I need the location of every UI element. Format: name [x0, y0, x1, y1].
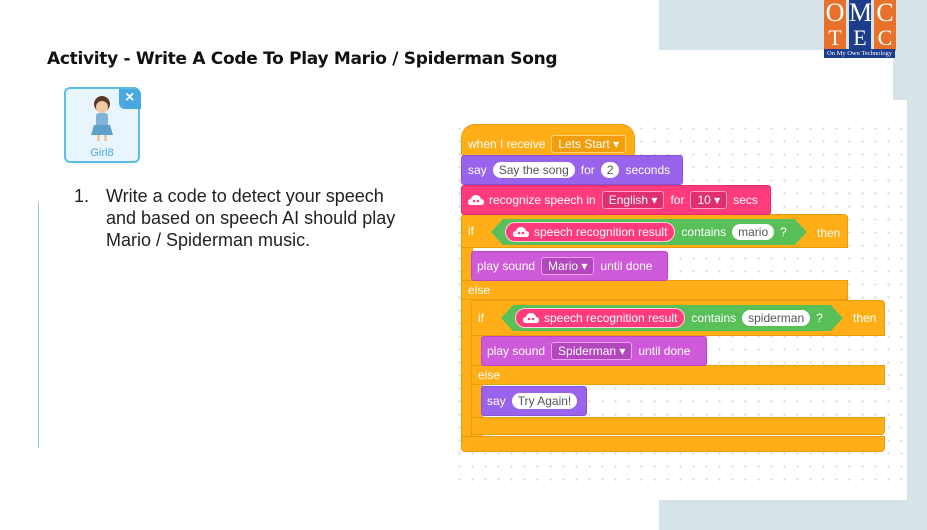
until-done-label: until done: [600, 259, 653, 273]
logo-letter: C: [874, 25, 896, 51]
divider-line: [38, 202, 39, 448]
question-mark: ?: [780, 225, 787, 239]
logo-letter: C: [874, 0, 896, 26]
sound-value: Spiderman: [558, 344, 617, 358]
seconds-label: seconds: [625, 163, 671, 177]
play-sound-block[interactable]: play sound Spiderman ▾ until done: [481, 336, 707, 366]
speech-result-reporter[interactable]: speech recognition result: [505, 222, 675, 242]
message-value: Lets Start: [558, 137, 610, 151]
then-label: then: [817, 226, 841, 240]
speech-ai-icon: [513, 227, 529, 238]
contains-label: contains: [691, 311, 737, 325]
else-label: else: [468, 283, 491, 297]
recognize-label: recognize speech in: [489, 193, 596, 207]
speech-ai-icon: [468, 194, 484, 205]
if-label: if: [468, 224, 474, 238]
logo-tagline: On My Own Technology: [824, 49, 895, 58]
logo-letter: M: [849, 0, 873, 27]
close-icon[interactable]: close-icon: [119, 89, 141, 109]
recognize-speech-block[interactable]: recognize speech in English ▾ for 10 ▾ s…: [461, 185, 771, 215]
seconds-input[interactable]: 2: [600, 162, 620, 178]
speech-result-reporter[interactable]: speech recognition result: [515, 308, 685, 328]
say-for-seconds-block[interactable]: say Say the song for 2 seconds: [461, 155, 683, 185]
question-mark: ?: [816, 311, 823, 325]
contains-value-input[interactable]: mario: [732, 224, 774, 240]
if-label: if: [478, 311, 484, 325]
else-bar: else: [461, 280, 848, 300]
logo-letter: T: [824, 25, 846, 51]
instruction-number: 1.: [74, 186, 90, 206]
play-sound-label: play sound: [487, 344, 546, 358]
language-dropdown[interactable]: English ▾: [601, 191, 665, 209]
say-text-input[interactable]: Say the song: [492, 162, 575, 178]
message-dropdown[interactable]: Lets Start ▾: [551, 135, 627, 153]
for-label: for: [670, 193, 685, 207]
duration-value: 10: [697, 193, 711, 207]
secs-label: secs: [733, 193, 758, 207]
inner-c-bottom: [471, 417, 885, 435]
for-label: for: [580, 163, 595, 177]
speech-ai-icon: [523, 313, 539, 324]
hat-label: when I receive: [468, 137, 546, 151]
sound-value: Mario: [548, 259, 579, 273]
contains-value-input[interactable]: spiderman: [742, 310, 810, 326]
page-title: Activity - Write A Code To Play Mario / …: [47, 49, 558, 69]
logo-letter: O: [824, 0, 846, 27]
language-value: English: [608, 193, 649, 207]
contains-operator[interactable]: speech recognition result contains spide…: [501, 305, 843, 331]
say-label: say: [487, 394, 506, 408]
else-label: else: [478, 368, 501, 382]
sound-dropdown[interactable]: Mario ▾: [541, 257, 595, 275]
girl-sprite-icon: [91, 96, 113, 141]
c-block-bottom: [461, 436, 885, 452]
duration-dropdown[interactable]: 10 ▾: [690, 191, 728, 209]
until-done-label: until done: [638, 344, 691, 358]
then-label: then: [853, 311, 877, 325]
contains-label: contains: [681, 225, 727, 239]
say-block[interactable]: say Try Again!: [481, 386, 587, 416]
sprite-name: Girl8: [90, 147, 114, 159]
inner-else-bar: else: [471, 365, 885, 385]
say-text-input[interactable]: Try Again!: [511, 393, 578, 409]
reporter-label: speech recognition result: [544, 311, 678, 325]
instruction-text: Write a code to detect your speech and b…: [106, 186, 396, 250]
play-sound-label: play sound: [477, 259, 536, 273]
sound-dropdown[interactable]: Spiderman ▾: [551, 342, 633, 360]
reporter-label: speech recognition result: [534, 225, 668, 239]
omc-logo: O M C T E C On My Own Technology: [822, 0, 927, 60]
play-sound-block[interactable]: play sound Mario ▾ until done: [471, 251, 668, 281]
logo-letter: E: [849, 25, 871, 51]
contains-operator[interactable]: speech recognition result contains mario…: [491, 219, 807, 245]
when-i-receive-block[interactable]: when I receive Lets Start ▾: [461, 124, 635, 156]
say-label: say: [468, 163, 487, 177]
decor-panel-side: [907, 100, 927, 500]
decor-panel-bottom: [659, 500, 927, 530]
